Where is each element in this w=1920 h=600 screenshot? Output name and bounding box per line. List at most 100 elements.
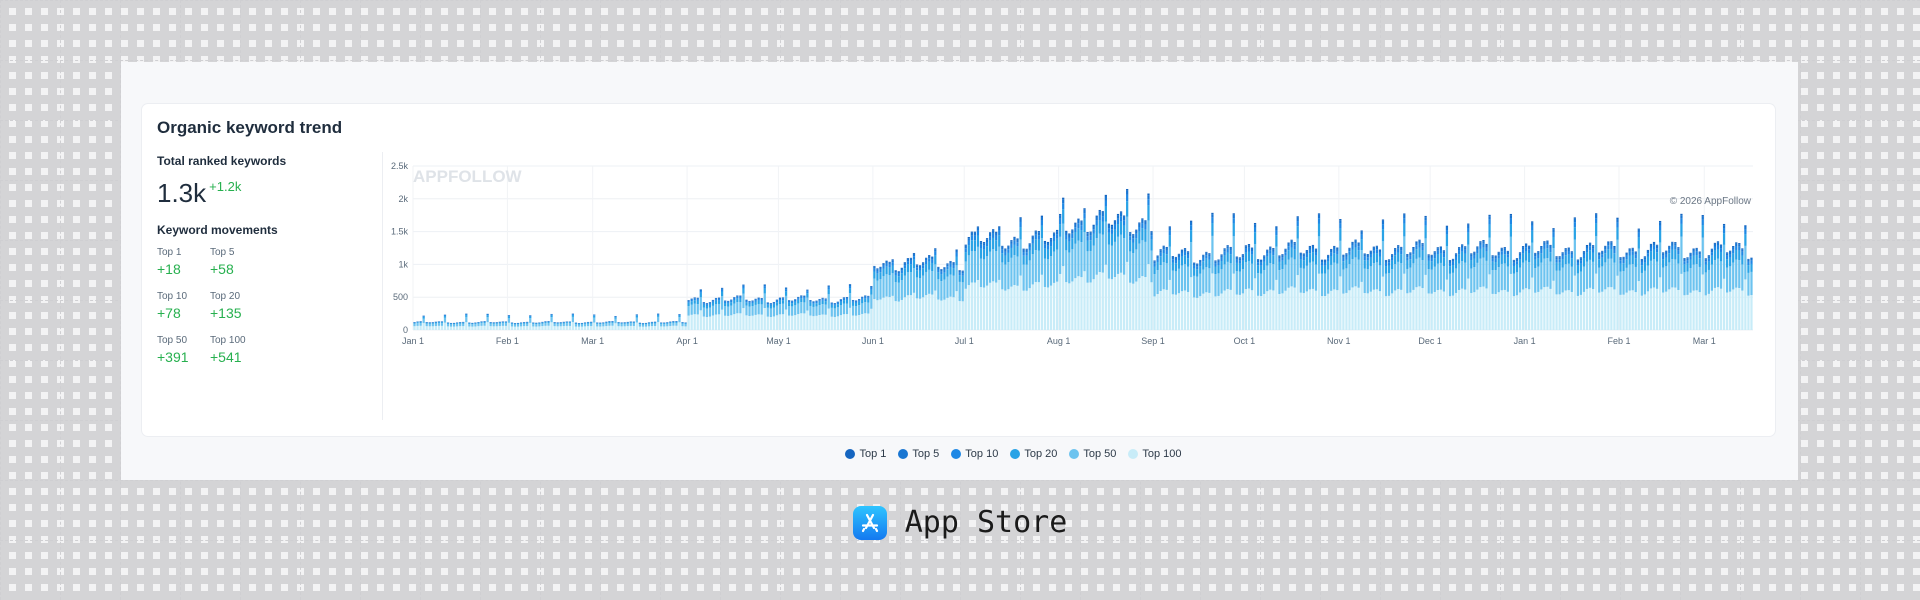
bar-segment: [879, 279, 882, 300]
legend-item[interactable]: Top 10: [951, 448, 998, 460]
bar-stack: [903, 262, 906, 330]
bar-segment: [1671, 249, 1674, 260]
bar-stack: [827, 285, 830, 330]
movement-label: Top 1: [157, 247, 182, 258]
bar-segment: [513, 326, 517, 330]
bar-stack: [1211, 212, 1214, 330]
movement-item: Top 100 +541: [210, 335, 290, 365]
bar-segment: [1287, 243, 1290, 247]
bar-segment: [1299, 252, 1302, 254]
bar-segment: [931, 294, 934, 330]
bar-segment: [1655, 252, 1659, 262]
bar-segment: [985, 238, 989, 240]
bar-segment: [1448, 296, 1452, 330]
bar-segment: [995, 282, 998, 330]
bar-segment: [590, 322, 593, 324]
bar-segment: [1598, 252, 1601, 254]
bar-segment: [1412, 289, 1415, 330]
bar-segment: [1168, 279, 1171, 330]
bar-segment: [1336, 263, 1339, 291]
bar-segment: [839, 305, 843, 316]
bar-segment: [885, 266, 888, 275]
bar-segment: [1226, 261, 1229, 290]
chart-svg[interactable]: APPFOLLOW © 2026 AppFollow 05001k1.5k2k2…: [383, 152, 1775, 382]
bar-segment: [1290, 286, 1293, 330]
bar-segment: [699, 292, 702, 298]
bar-segment: [1741, 264, 1744, 291]
bar-stack: [784, 287, 788, 330]
bar-stack: [1747, 258, 1750, 330]
bar-segment: [1275, 246, 1278, 280]
bar-segment: [1223, 248, 1226, 250]
bar-segment: [1354, 257, 1357, 287]
bar-segment: [733, 297, 736, 299]
bar-segment: [1381, 276, 1385, 330]
bar-segment: [1263, 261, 1266, 271]
bar-stack: [928, 255, 931, 330]
bar-stack: [583, 322, 587, 330]
bar-segment: [1400, 247, 1403, 251]
legend-item[interactable]: Top 1: [845, 448, 886, 460]
bar-segment: [1089, 232, 1092, 236]
bar-segment: [1454, 253, 1458, 255]
legend-item[interactable]: Top 5: [898, 448, 939, 460]
bar-segment: [1400, 246, 1403, 248]
bar-segment: [797, 303, 800, 315]
bar-segment: [1665, 257, 1668, 267]
bar-segment: [1275, 226, 1278, 228]
bar-segment: [1211, 212, 1214, 215]
bar-segment: [1500, 247, 1503, 249]
bar-segment: [1692, 248, 1695, 250]
bar-stack: [431, 322, 434, 330]
bar-segment: [1247, 244, 1251, 246]
bar-segment: [1473, 252, 1476, 255]
bar-segment: [967, 245, 970, 256]
bar-segment: [1260, 262, 1263, 266]
bar-segment: [724, 300, 727, 302]
bar-segment: [1674, 249, 1677, 260]
bar-stack: [1183, 248, 1187, 330]
bar-stack: [1628, 248, 1631, 330]
bar-segment: [1558, 294, 1561, 330]
bar-segment: [1162, 245, 1165, 247]
bar-segment: [1077, 218, 1080, 220]
bar-segment: [918, 266, 922, 268]
bar-segment: [1189, 230, 1193, 243]
bar-segment: [714, 304, 718, 315]
bar-segment: [1604, 245, 1607, 247]
bar-segment: [1071, 230, 1074, 234]
bar-segment: [964, 244, 967, 246]
bar-segment: [937, 269, 940, 273]
bar-segment: [1177, 268, 1181, 294]
bar-segment: [1497, 252, 1500, 256]
bar-segment: [1165, 263, 1168, 290]
bar-stack: [1348, 247, 1351, 330]
bar-stack: [1524, 243, 1528, 330]
bar-segment: [1457, 263, 1461, 290]
bar-segment: [1479, 287, 1482, 330]
legend-label: Top 100: [1142, 448, 1182, 460]
legend-item[interactable]: Top 50: [1069, 448, 1116, 460]
bar-segment: [708, 302, 712, 304]
bar-segment: [1238, 260, 1241, 264]
bar-stack: [772, 301, 776, 330]
bar-segment: [413, 322, 416, 324]
legend-item[interactable]: Top 100: [1128, 448, 1182, 460]
bar-segment: [1454, 254, 1458, 257]
bar-segment: [1662, 267, 1665, 293]
bar-segment: [1256, 260, 1260, 263]
bar-segment: [748, 306, 751, 316]
legend-item[interactable]: Top 20: [1010, 448, 1057, 460]
bar-stack: [781, 297, 785, 330]
bar-segment: [1479, 242, 1482, 245]
bar-segment: [434, 323, 437, 327]
bar-segment: [1052, 251, 1056, 283]
bar-segment: [1208, 268, 1211, 293]
bar-stack: [1652, 241, 1656, 330]
bar-segment: [1558, 257, 1561, 260]
bar-segment: [1424, 225, 1427, 239]
keyword-chart[interactable]: APPFOLLOW © 2026 AppFollow 0 500 1k 1.5k 2k 2…: [383, 152, 1775, 436]
bar-segment: [660, 323, 663, 327]
bar-stack: [1546, 240, 1549, 330]
bar-segment: [1339, 240, 1342, 277]
